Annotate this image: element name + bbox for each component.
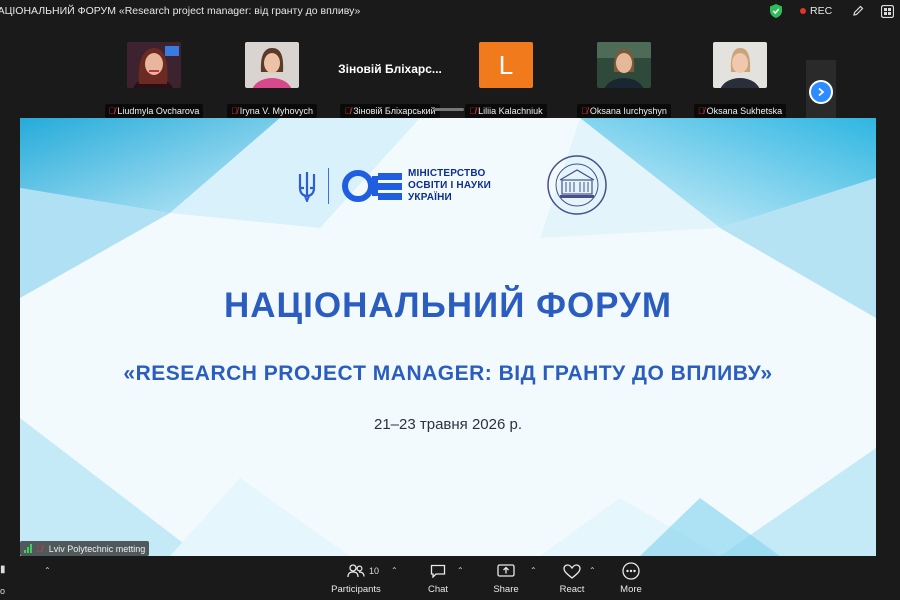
mic-muted-icon: 🎙̸ <box>108 106 116 116</box>
share-button[interactable]: Share <box>476 560 536 595</box>
signal-bars-icon <box>24 544 32 553</box>
chat-icon <box>430 564 446 578</box>
mic-muted-icon: 🎙̸ <box>697 106 705 116</box>
meeting-title: НАЦІОНАЛЬНИЙ ФОРУМ «Research project man… <box>0 5 361 17</box>
slide-date: 21–23 травня 2026 р. <box>373 416 523 433</box>
mic-muted-icon: 🎙̸ <box>581 106 588 116</box>
participants-label: Participants <box>331 584 381 595</box>
react-options-caret[interactable]: ⌃ <box>589 566 596 575</box>
participant-video <box>127 42 181 88</box>
participant-name: Oksana Sukhetska <box>706 106 783 116</box>
participant-tile[interactable]: 🎙̸ Oksana Iurchyshyn <box>564 42 684 124</box>
participant-tile[interactable]: 🎙̸ Iryna V. Myhovych <box>212 42 332 124</box>
participant-display-name: Зіновій Бліхарс... <box>338 62 442 76</box>
mic-muted-icon: 🎙̸ <box>469 106 477 116</box>
react-label: React <box>559 584 585 595</box>
toolbar-edge-label: o <box>0 586 6 596</box>
participant-name: Iryna V. Myhovych <box>239 106 313 116</box>
mic-muted-icon: 🎙̸ <box>231 106 238 116</box>
rec-label: REC <box>810 5 833 17</box>
audio-icon[interactable]: ▮ <box>0 564 6 575</box>
shared-screen: МІНІСТЕРСТВО ОСВІТИ І НАУКИ УКРАЇНИ НАЦІ… <box>20 118 876 556</box>
participant-video <box>597 42 651 88</box>
participant-tile[interactable]: 🎙̸ Oksana Sukhetska <box>680 42 800 124</box>
share-options-caret[interactable]: ⌃ <box>530 566 537 575</box>
university-seal-icon <box>547 155 607 215</box>
participant-name: Oksana Iurchyshyn <box>589 106 667 116</box>
participant-tile[interactable]: 🎙̸ Liudmyla Ovcharova <box>94 42 214 124</box>
chevron-right-icon <box>818 87 825 97</box>
participant-name: Liliia Kalachniuk <box>478 106 543 116</box>
more-button[interactable]: More <box>601 560 661 595</box>
annotate-button[interactable] <box>848 2 868 20</box>
chat-options-caret[interactable]: ⌃ <box>457 566 464 575</box>
active-speaker-label: 🎙̸ Lviv Polytechnic metting <box>20 541 150 556</box>
participant-tile[interactable]: Зіновій Бліхарс... 🎙̸ Зіновій Бліхарський <box>330 42 450 124</box>
apps-button[interactable] <box>877 2 897 20</box>
heart-icon <box>563 563 581 579</box>
slide-subtitle: «RESEARCH PROJECT MANAGER: ВІД ГРАНТУ ДО… <box>123 362 773 385</box>
ministry-name: МІНІСТЕРСТВО ОСВІТИ І НАУКИ УКРАЇНИ <box>408 168 492 203</box>
more-icon <box>622 562 640 580</box>
participants-options-caret[interactable]: ⌃ <box>391 566 398 575</box>
participant-avatar: L <box>479 42 533 88</box>
record-dot-icon <box>800 8 806 14</box>
participant-name: Liudmyla Ovcharova <box>117 106 200 116</box>
participants-count: 10 <box>369 566 380 576</box>
participants-icon <box>347 564 365 578</box>
next-participants-button[interactable] <box>809 80 833 104</box>
audio-options-caret[interactable]: ⌃ <box>44 566 51 575</box>
shield-check-icon[interactable] <box>770 4 782 18</box>
pencil-icon <box>853 5 864 16</box>
mic-muted-icon: 🎙̸ <box>36 543 43 554</box>
participant-video <box>713 42 767 88</box>
more-label: More <box>620 584 642 595</box>
chat-label: Chat <box>427 584 449 595</box>
share-label: Share <box>493 584 519 595</box>
mic-muted-icon: 🎙̸ <box>344 106 352 116</box>
slide-title: НАЦІОНАЛЬНИЙ ФОРУМ <box>224 286 672 325</box>
apps-grid-icon <box>880 4 894 18</box>
recording-indicator[interactable]: REC <box>800 5 832 17</box>
participant-tile[interactable]: L 🎙̸ Liliia Kalachniuk <box>446 42 566 124</box>
resize-handle[interactable] <box>434 108 464 111</box>
trident-emblem-icon <box>298 172 316 202</box>
participant-name: Зіновій Бліхарський <box>353 106 436 116</box>
share-screen-icon <box>497 564 515 577</box>
participant-strip: 🎙̸ Liudmyla Ovcharova 🎙̸ Iryna V. Myhovych… <box>0 22 900 122</box>
meeting-topbar: НАЦІОНАЛЬНИЙ ФОРУМ «Research project man… <box>0 0 900 22</box>
participant-video <box>245 42 299 88</box>
meeting-toolbar: ▮ ⌃ o Participants 10 ⌃ Chat ⌃ Share ⌃ R… <box>0 556 900 600</box>
speaker-name: Lviv Polytechnic metting <box>48 543 146 554</box>
ministry-monogram-icon <box>342 170 402 202</box>
logo-divider <box>328 168 329 204</box>
